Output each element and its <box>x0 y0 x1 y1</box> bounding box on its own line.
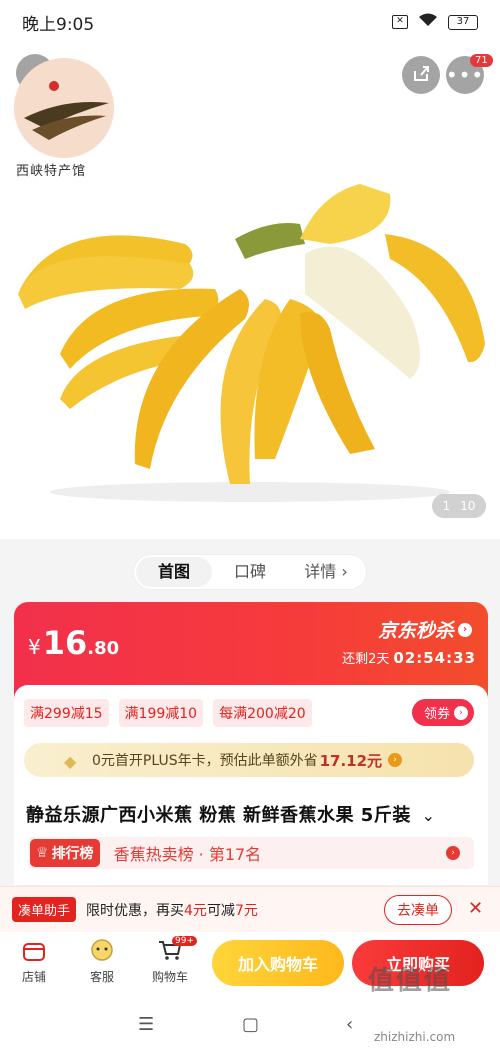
store-icon <box>10 938 58 966</box>
cart-button[interactable]: 99+ 购物车 <box>146 936 197 985</box>
bundle-helper-text: 限时优惠，再买4元可减7元 <box>86 900 258 920</box>
share-button[interactable] <box>402 56 440 94</box>
gallery-current: 1 <box>442 499 451 513</box>
customer-service-icon <box>78 938 126 966</box>
battery-icon: 37 <box>448 14 478 30</box>
helper-amount-1: 4元 <box>184 902 207 919</box>
plus-banner-amount: 17.12元 <box>319 751 383 770</box>
countdown-time: 02:54:33 <box>393 649 476 667</box>
wifi-icon <box>418 13 438 31</box>
price-symbol: ¥ <box>28 635 41 659</box>
plus-membership-banner[interactable]: ◆ 0元首开PLUS年卡，预估此单额外省 17.12元 › <box>24 743 474 777</box>
customer-service-label: 客服 <box>89 970 114 984</box>
ranking-tag: ♕ 排行榜 <box>30 839 100 867</box>
chevron-right-icon: › <box>388 753 403 767</box>
ranking-text: 香蕉热卖榜 · 第17名 <box>113 845 262 864</box>
bundle-helper-tag: 凑单助手 <box>12 897 77 922</box>
cart-label: 购物车 <box>151 970 188 984</box>
status-time: 晚上9:05 <box>22 14 95 35</box>
content-tabs: 首图 口碑 详情 › <box>134 555 366 589</box>
product-title-text: 静益乐源广西小米蕉 粉蕉 新鲜香蕉水果 5斤装 <box>26 805 411 826</box>
menu-icon[interactable]: ☰ <box>138 1014 154 1035</box>
system-navigation-bar: ☰ ▢ ‹ <box>0 996 500 1055</box>
price-integer: 16 <box>42 624 88 662</box>
product-image-gallery[interactable]: ‹ 西峡特产馆 ••• 71 1 10 <box>0 44 500 539</box>
price: ¥ 16 .80 <box>28 624 119 662</box>
product-info-card: 满299减15 满199减10 每满200减20 领券 › ◆ 0元首开PLUS… <box>14 685 488 885</box>
chevron-right-icon: › <box>458 622 472 637</box>
trophy-icon: ♕ <box>36 845 49 861</box>
back-icon[interactable]: ‹ <box>346 1014 353 1035</box>
helper-text-prefix: 限时优惠，再买 <box>86 902 185 919</box>
home-icon[interactable]: ▢ <box>242 1014 259 1035</box>
store-button[interactable]: 店铺 <box>10 938 58 985</box>
store-label: 店铺 <box>21 970 46 984</box>
status-icons: ✕ 37 <box>392 13 478 31</box>
claim-coupon-label: 领券 <box>423 707 450 722</box>
product-title[interactable]: 静益乐源广西小米蕉 粉蕉 新鲜香蕉水果 5斤装 ⌄ <box>26 801 436 827</box>
share-icon <box>412 63 430 88</box>
plus-crown-icon: ◆ <box>64 752 77 771</box>
coupon-tag[interactable]: 满299减15 <box>24 699 109 727</box>
shop-logo-text: 西峡特产馆 <box>16 164 87 179</box>
go-bundle-button[interactable]: 去凑单 <box>384 895 452 925</box>
tab-details[interactable]: 详情 › <box>288 557 364 587</box>
chevron-right-icon: › <box>454 705 468 720</box>
gallery-total: 10 <box>460 499 476 513</box>
price-decimal: .80 <box>87 638 120 659</box>
status-bar: 晚上9:05 ✕ 37 <box>0 0 500 44</box>
tab-main-image[interactable]: 首图 <box>136 557 212 587</box>
shop-logo-emblem <box>24 81 109 140</box>
watermark-logo: 值值值 <box>368 966 453 996</box>
claim-coupon-button[interactable]: 领券 › <box>411 699 474 726</box>
seckill-countdown: 还剩2天 02:54:33 <box>342 648 476 667</box>
seckill-text: 京东秒杀 <box>377 620 454 642</box>
plus-banner-text: 0元首开PLUS年卡，预估此单额外省 <box>92 753 318 769</box>
coupon-list: 满299减15 满199减10 每满200减20 <box>24 699 312 727</box>
watermark-url: zhizhizhi.com <box>374 1030 456 1044</box>
helper-amount-2: 7元 <box>234 902 258 919</box>
coupon-tag[interactable]: 满199减10 <box>118 699 204 727</box>
ranking-tag-label: 排行榜 <box>51 846 94 862</box>
more-notification-badge: 71 <box>470 54 493 67</box>
helper-text-mid: 可减 <box>206 902 235 919</box>
add-to-cart-button[interactable]: 加入购物车 <box>212 940 344 986</box>
close-icon[interactable]: ✕ <box>468 898 483 919</box>
chevron-down-icon: ⌄ <box>421 806 436 825</box>
shop-logo[interactable] <box>14 58 114 158</box>
customer-service-button[interactable]: 客服 <box>78 938 126 985</box>
ranking-bar[interactable]: ♕ 排行榜 香蕉热卖榜 · 第17名 › <box>28 837 474 869</box>
tab-reviews[interactable]: 口碑 <box>212 557 288 587</box>
remaining-label: 还剩2天 <box>342 652 390 667</box>
cart-count-badge: 99+ <box>172 936 197 946</box>
bundle-helper-bar: 凑单助手 限时优惠，再买4元可减7元 去凑单 ✕ <box>0 886 500 932</box>
gallery-counter: 1 10 <box>432 494 486 518</box>
sim-icon: ✕ <box>392 15 408 29</box>
coupon-tag[interactable]: 每满200减20 <box>213 699 312 727</box>
chevron-right-icon: › <box>446 846 460 860</box>
seckill-label[interactable]: 京东秒杀 › <box>378 616 472 643</box>
